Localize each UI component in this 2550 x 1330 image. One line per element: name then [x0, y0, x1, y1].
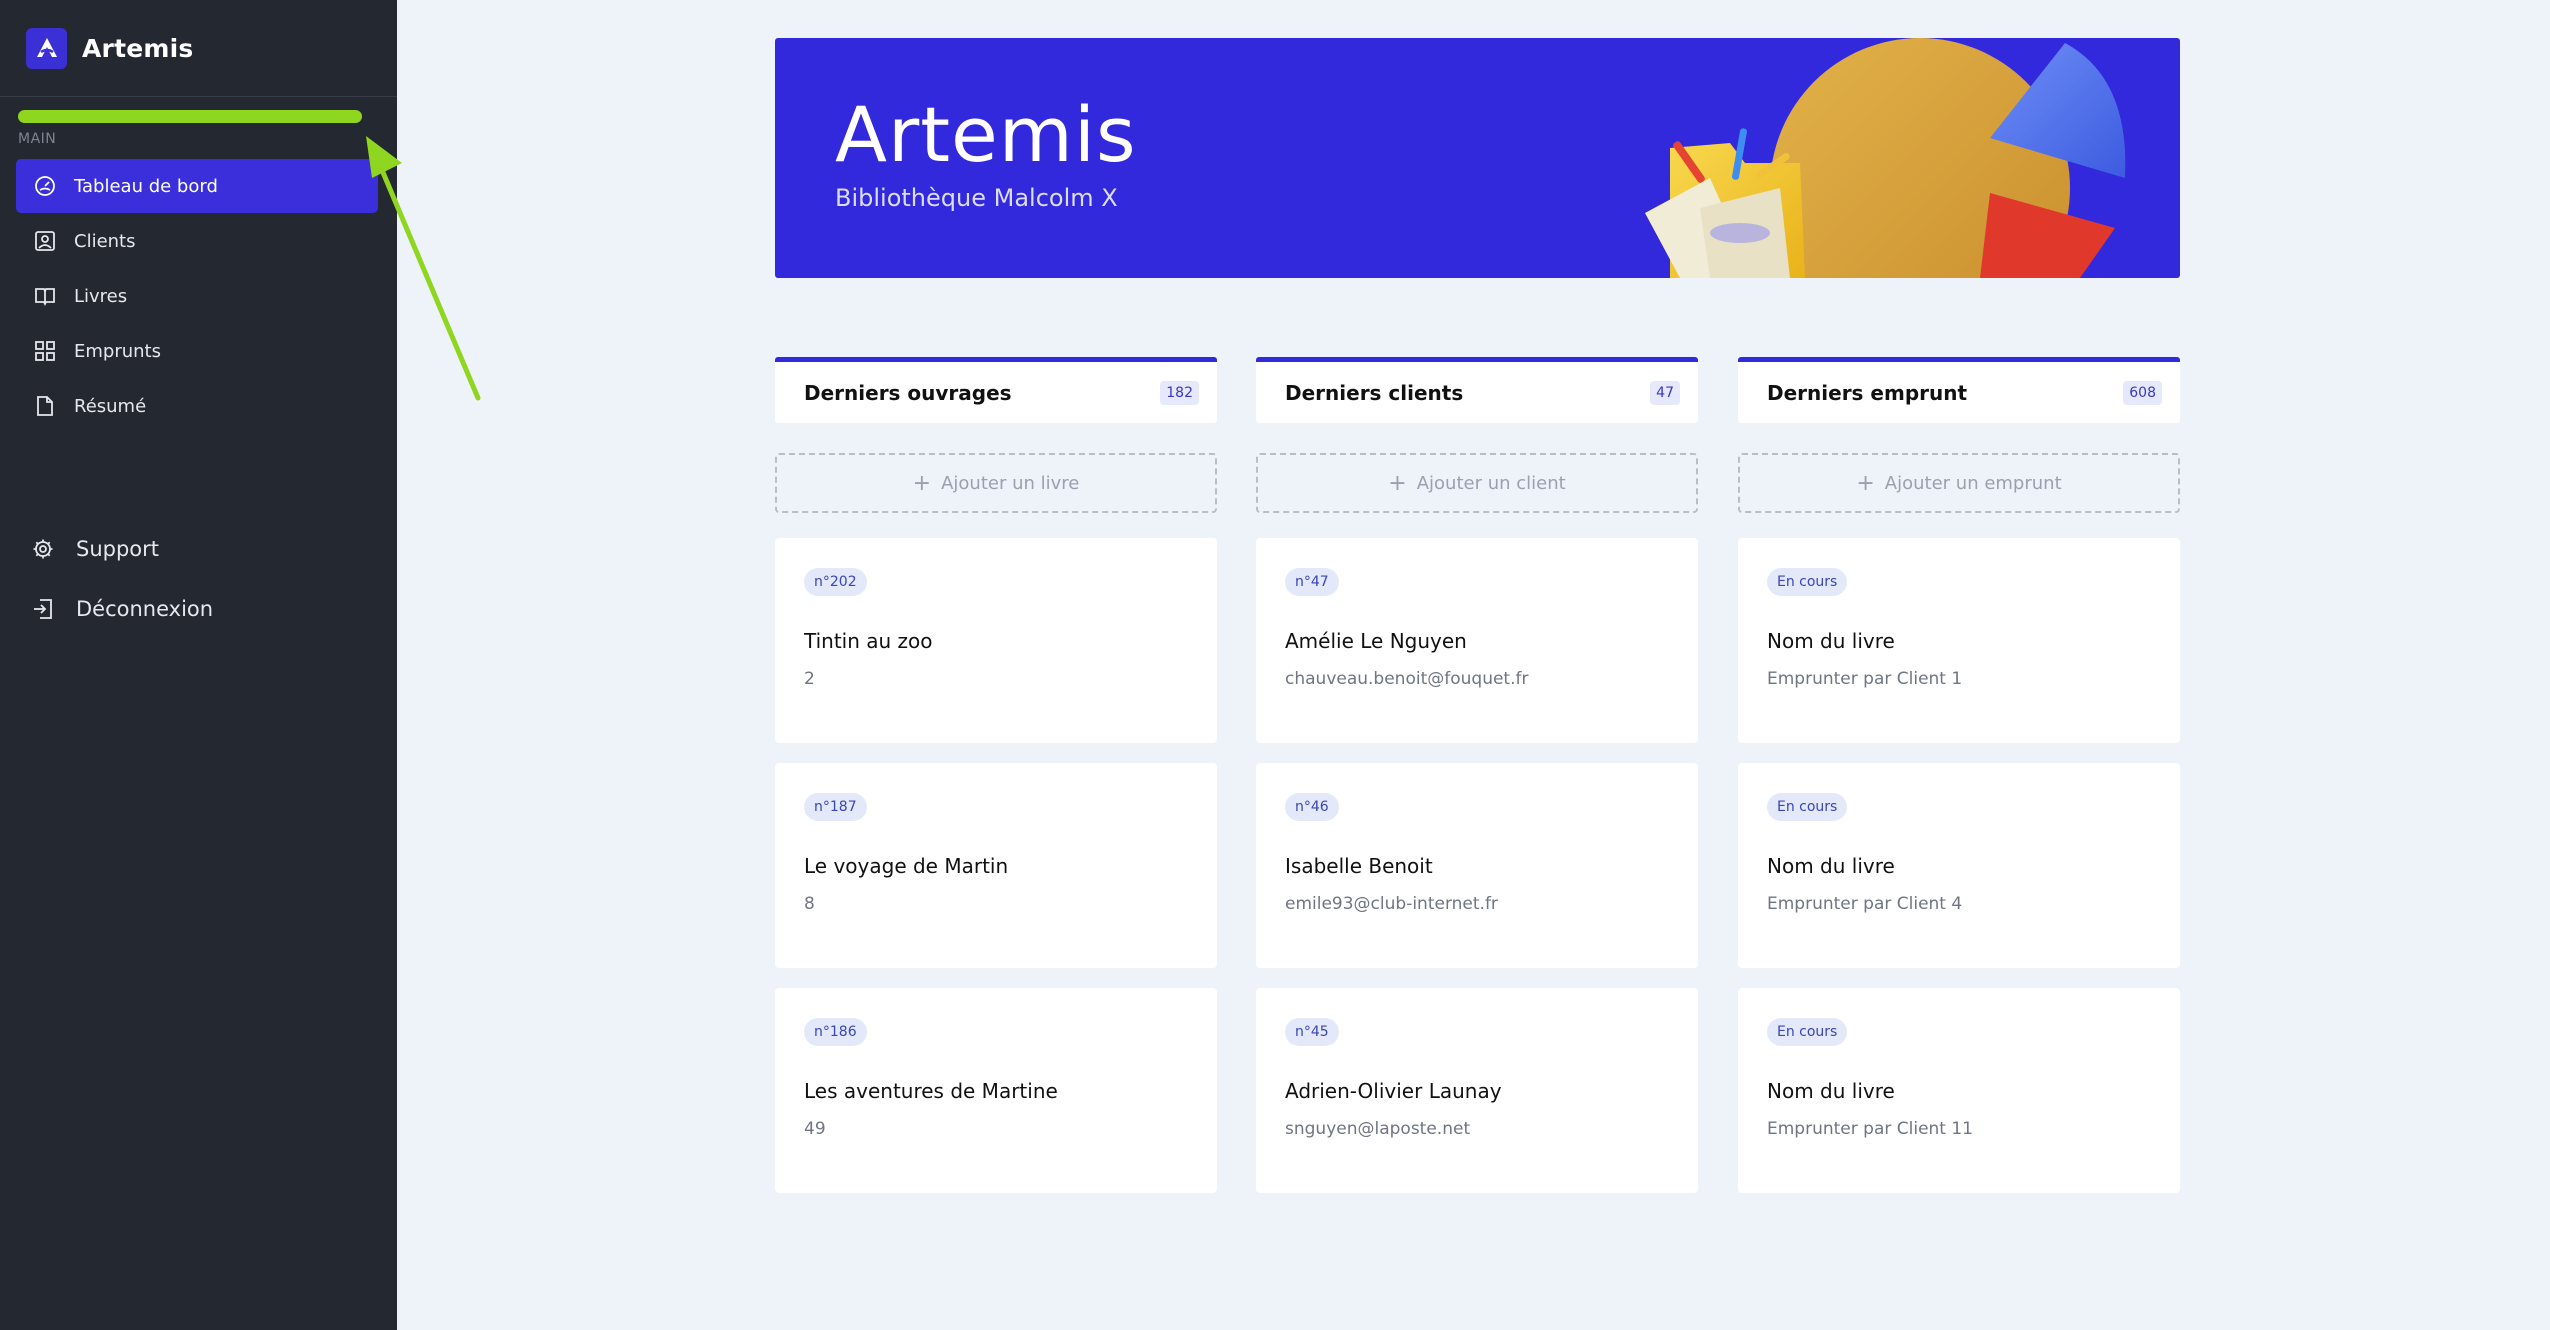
nav-item-clients[interactable]: Clients	[16, 214, 378, 268]
add-loan-button[interactable]: + Ajouter un emprunt	[1738, 453, 2180, 513]
id-badge: n°187	[804, 793, 867, 821]
card-title: Adrien-Olivier Launay	[1285, 1079, 1502, 1103]
card-subtitle: 2	[804, 669, 815, 689]
banner-subtitle: Bibliothèque Malcolm X	[835, 184, 1118, 212]
client-card[interactable]: n°45 Adrien-Olivier Launay snguyen@lapos…	[1256, 988, 1698, 1193]
banner-illustration-icon	[1645, 38, 2126, 278]
column-header: Derniers emprunt 608	[1738, 357, 2180, 423]
column-emprunts: Derniers emprunt 608 + Ajouter un emprun…	[1738, 357, 2180, 1193]
nav-item-label: Support	[76, 537, 160, 561]
add-button-label: Ajouter un emprunt	[1884, 472, 2062, 494]
plus-icon: +	[1856, 470, 1875, 496]
column-title: Derniers ouvrages	[804, 380, 1012, 405]
gear-icon	[32, 538, 54, 560]
nav-item-label: Déconnexion	[76, 597, 214, 621]
add-book-button[interactable]: + Ajouter un livre	[775, 453, 1217, 513]
loan-card[interactable]: En cours Nom du livre Emprunter par Clie…	[1738, 538, 2180, 743]
plus-icon: +	[1388, 470, 1407, 496]
card-title: Les aventures de Martine	[804, 1079, 1058, 1103]
plus-icon: +	[912, 470, 932, 496]
status-badge: En cours	[1767, 1018, 1848, 1046]
main-nav: Tableau de bord Clients Livres Emprunts …	[16, 159, 378, 434]
sidebar: Artemis MAIN Tableau de bord Clients Liv…	[0, 0, 397, 1330]
artemis-logo-icon	[26, 27, 67, 69]
dashboard-icon	[34, 175, 56, 197]
book-card[interactable]: n°202 Tintin au zoo 2	[775, 538, 1217, 743]
secondary-nav: Support Déconnexion	[30, 520, 370, 640]
card-subtitle: 8	[804, 894, 815, 914]
card-title: Nom du livre	[1767, 1079, 1895, 1103]
card-title: Amélie Le Nguyen	[1285, 629, 1467, 653]
column-ouvrages: Derniers ouvrages 182 + Ajouter un livre…	[775, 357, 1217, 1193]
book-card[interactable]: n°187 Le voyage de Martin 8	[775, 763, 1217, 968]
file-icon	[34, 395, 56, 417]
count-badge: 608	[2123, 380, 2162, 405]
client-card[interactable]: n°47 Amélie Le Nguyen chauveau.benoit@fo…	[1256, 538, 1698, 743]
card-subtitle: Emprunter par Client 4	[1767, 894, 1963, 914]
add-button-label: Ajouter un client	[1416, 472, 1566, 494]
loan-card[interactable]: En cours Nom du livre Emprunter par Clie…	[1738, 988, 2180, 1193]
card-subtitle: Emprunter par Client 11	[1767, 1119, 1974, 1139]
loan-card[interactable]: En cours Nom du livre Emprunter par Clie…	[1738, 763, 2180, 968]
nav-item-resume[interactable]: Résumé	[16, 379, 378, 433]
id-badge: n°202	[804, 568, 867, 596]
logout-icon	[32, 598, 54, 620]
status-badge: En cours	[1767, 568, 1848, 596]
card-title: Le voyage de Martin	[804, 854, 1009, 878]
hero-banner: Artemis Bibliothèque Malcolm X	[775, 38, 2180, 278]
card-title: Isabelle Benoit	[1285, 854, 1433, 878]
count-badge: 47	[1650, 380, 1680, 405]
add-client-button[interactable]: + Ajouter un client	[1256, 453, 1698, 513]
nav-item-label: Clients	[74, 230, 136, 252]
column-clients: Derniers clients 47 + Ajouter un client …	[1256, 357, 1698, 1193]
card-subtitle: snguyen@laposte.net	[1285, 1119, 1471, 1139]
app-name: Artemis	[82, 33, 194, 63]
column-title: Derniers emprunt	[1767, 380, 1968, 405]
column-header: Derniers ouvrages 182	[775, 357, 1217, 423]
card-subtitle: emile93@club-internet.fr	[1285, 894, 1498, 914]
nav-item-label: Livres	[74, 285, 128, 307]
grid-icon	[34, 340, 56, 362]
card-subtitle: 49	[804, 1119, 826, 1139]
add-button-label: Ajouter un livre	[941, 472, 1080, 494]
card-title: Tintin au zoo	[804, 629, 933, 653]
status-badge: En cours	[1767, 793, 1848, 821]
book-icon	[34, 285, 56, 307]
section-label-main: MAIN	[18, 131, 57, 147]
count-badge: 182	[1160, 380, 1199, 405]
book-card[interactable]: n°186 Les aventures de Martine 49	[775, 988, 1217, 1193]
id-badge: n°47	[1285, 568, 1339, 596]
card-title: Nom du livre	[1767, 854, 1895, 878]
nav-item-support[interactable]: Support	[30, 520, 370, 578]
user-badge-icon	[34, 230, 56, 252]
client-card[interactable]: n°46 Isabelle Benoit emile93@club-intern…	[1256, 763, 1698, 968]
card-subtitle: Emprunter par Client 1	[1767, 669, 1963, 689]
nav-item-label: Tableau de bord	[74, 175, 218, 197]
banner-title: Artemis	[835, 90, 1137, 179]
card-title: Nom du livre	[1767, 629, 1895, 653]
card-subtitle: chauveau.benoit@fouquet.fr	[1285, 669, 1529, 689]
nav-item-label: Emprunts	[74, 340, 161, 362]
nav-item-deconnexion[interactable]: Déconnexion	[30, 580, 370, 638]
nav-item-dashboard[interactable]: Tableau de bord	[16, 159, 378, 213]
progress-bar	[18, 110, 362, 123]
column-header: Derniers clients 47	[1256, 357, 1698, 423]
nav-item-emprunts[interactable]: Emprunts	[16, 324, 378, 378]
nav-item-livres[interactable]: Livres	[16, 269, 378, 323]
id-badge: n°46	[1285, 793, 1339, 821]
id-badge: n°186	[804, 1018, 867, 1046]
column-title: Derniers clients	[1285, 380, 1464, 405]
brand[interactable]: Artemis	[0, 0, 397, 97]
nav-item-label: Résumé	[74, 395, 147, 417]
id-badge: n°45	[1285, 1018, 1339, 1046]
